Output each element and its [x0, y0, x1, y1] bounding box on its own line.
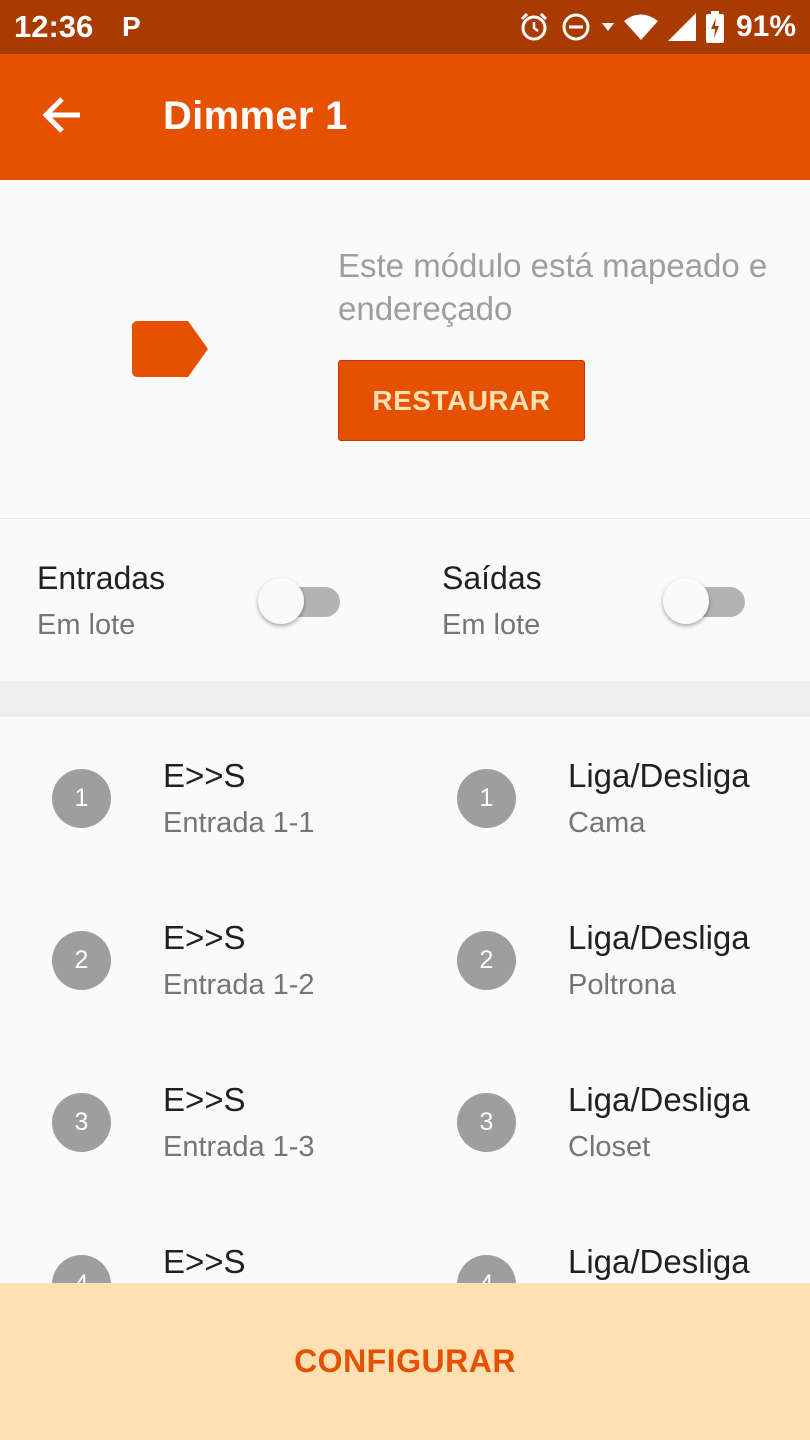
wifi-icon: [623, 13, 658, 41]
input-name[interactable]: Entrada 1-3: [163, 1131, 315, 1164]
output-number-badge: 4: [457, 1255, 516, 1283]
input-number-badge: 2: [52, 931, 111, 990]
list-item: 1 E>>S Entrada 1-1 1 Liga/Desliga Cama: [0, 717, 810, 879]
status-bar: 12:36 P 91%: [0, 0, 810, 54]
battery-charging-icon: [705, 11, 724, 43]
output-name[interactable]: Poltrona: [568, 969, 676, 1002]
configure-button[interactable]: CONFIGURAR: [0, 1283, 810, 1440]
output-number-badge: 2: [457, 931, 516, 990]
input-mode[interactable]: E>>S: [163, 757, 246, 795]
status-icons: 91%: [518, 8, 796, 46]
output-name[interactable]: Closet: [568, 1131, 650, 1164]
input-number-badge: 1: [52, 769, 111, 828]
configure-label: CONFIGURAR: [294, 1343, 516, 1379]
inputs-batch-title: Entradas: [37, 560, 166, 596]
dropdown-indicator-icon: [601, 22, 614, 32]
tag-icon: [132, 321, 210, 382]
do-not-disturb-icon: [560, 11, 592, 43]
batch-toggles-row: Entradas Em lote Saídas Em lote: [0, 519, 810, 681]
outputs-batch-switch[interactable]: [663, 576, 747, 626]
output-mode[interactable]: Liga/Desliga: [568, 1081, 750, 1119]
input-name[interactable]: Entrada 1-1: [163, 807, 315, 840]
page-title: Dimmer 1: [163, 94, 348, 138]
mapping-list[interactable]: 1 E>>S Entrada 1-1 1 Liga/Desliga Cama 2…: [0, 717, 810, 1283]
arrow-left-icon: [42, 96, 82, 138]
back-button[interactable]: [30, 85, 94, 149]
output-mode[interactable]: Liga/Desliga: [568, 757, 750, 795]
output-mode[interactable]: Liga/Desliga: [568, 1243, 750, 1281]
module-status-text: Este módulo está mapeado e endereçado: [338, 247, 768, 327]
output-name[interactable]: Cama: [568, 807, 645, 840]
app-bar: Dimmer 1: [0, 54, 810, 180]
parking-app-icon: P: [122, 11, 141, 42]
signal-icon: [667, 13, 696, 41]
input-mode[interactable]: E>>S: [163, 919, 246, 957]
list-item: 4 E>>S 4 Liga/Desliga: [0, 1203, 810, 1283]
list-item: 3 E>>S Entrada 1-3 3 Liga/Desliga Closet: [0, 1041, 810, 1203]
switch-thumb: [663, 578, 709, 624]
restore-button[interactable]: RESTAURAR: [338, 360, 585, 441]
alarm-icon: [518, 11, 550, 43]
input-name[interactable]: Entrada 1-2: [163, 969, 315, 1002]
inputs-batch-switch[interactable]: [258, 576, 342, 626]
outputs-batch-title: Saídas: [442, 560, 542, 596]
status-time: 12:36: [14, 9, 94, 44]
outputs-batch-subtitle: Em lote: [442, 609, 541, 641]
switch-thumb: [258, 578, 304, 624]
input-number-badge: 3: [52, 1093, 111, 1152]
output-number-badge: 1: [457, 769, 516, 828]
inputs-batch-subtitle: Em lote: [37, 609, 136, 641]
output-number-badge: 3: [457, 1093, 516, 1152]
output-mode[interactable]: Liga/Desliga: [568, 919, 750, 957]
section-separator: [0, 681, 810, 717]
input-number-badge: 4: [52, 1255, 111, 1283]
input-mode[interactable]: E>>S: [163, 1081, 246, 1119]
list-item: 2 E>>S Entrada 1-2 2 Liga/Desliga Poltro…: [0, 879, 810, 1041]
input-mode[interactable]: E>>S: [163, 1243, 246, 1281]
battery-percent: 91%: [735, 10, 796, 43]
module-status-card: Este módulo está mapeado e endereçado RE…: [0, 180, 810, 518]
